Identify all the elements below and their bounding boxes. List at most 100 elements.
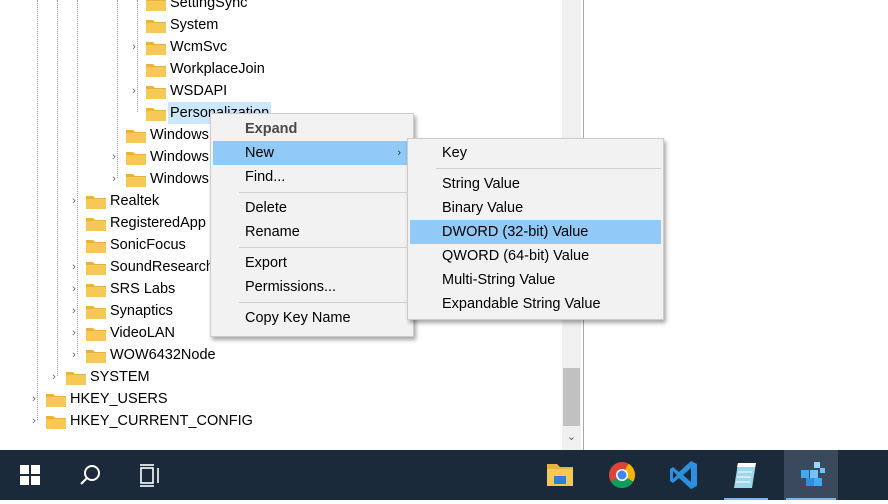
file-explorer-icon — [547, 464, 573, 486]
chevron-right-icon[interactable]: › — [69, 322, 79, 344]
regedit-icon — [801, 462, 825, 486]
chevron-right-icon[interactable]: › — [129, 36, 139, 58]
folder-icon — [126, 130, 146, 143]
folder-icon — [86, 306, 106, 319]
chevron-right-icon[interactable]: › — [29, 388, 39, 410]
tree-node-system[interactable]: System — [0, 14, 560, 36]
tree-node-hkey-current-config[interactable]: › HKEY_CURRENT_CONFIG — [0, 410, 560, 432]
menu-item-new[interactable]: New › — [213, 141, 411, 165]
submenu-item-expandable-string-value[interactable]: Expandable String Value — [410, 292, 661, 316]
chevron-right-icon[interactable]: › — [49, 366, 59, 388]
tree-node-settingsync[interactable]: SettingSync — [0, 0, 560, 14]
menu-separator — [436, 168, 661, 169]
folder-icon — [86, 196, 106, 209]
expander[interactable] — [129, 102, 139, 124]
tree-node-workplacejoin[interactable]: WorkplaceJoin — [0, 58, 560, 80]
folder-icon — [86, 262, 106, 275]
start-button[interactable] — [6, 450, 54, 500]
submenu-item-qword-value[interactable]: QWORD (64-bit) Value — [410, 244, 661, 268]
folder-icon — [86, 328, 106, 341]
tree-label: WcmSvc — [170, 39, 228, 55]
menu-separator — [239, 247, 411, 248]
tree-label: SettingSync — [170, 0, 248, 11]
expander[interactable] — [69, 212, 79, 234]
menu-item-permissions[interactable]: Permissions... — [213, 275, 411, 299]
tree-label: Synaptics — [110, 303, 173, 319]
tree-label: System — [170, 17, 219, 33]
menu-separator — [239, 302, 411, 303]
tree-node-wow6432node[interactable]: › WOW6432Node — [0, 344, 560, 366]
taskbar — [0, 450, 888, 500]
expander[interactable] — [129, 58, 139, 80]
folder-icon — [46, 394, 66, 407]
new-submenu: Key String Value Binary Value DWORD (32-… — [407, 138, 664, 320]
menu-item-export[interactable]: Export — [213, 251, 411, 275]
tree-label: HKEY_CURRENT_CONFIG — [70, 413, 253, 429]
chevron-right-icon[interactable]: › — [69, 256, 79, 278]
submenu-item-key[interactable]: Key — [410, 141, 661, 165]
vscode-button[interactable] — [660, 450, 708, 500]
file-explorer-button[interactable] — [536, 450, 584, 500]
chevron-right-icon[interactable]: › — [29, 410, 39, 432]
tree-label: VideoLAN — [110, 325, 176, 341]
chevron-right-icon[interactable]: › — [129, 80, 139, 102]
start-icon — [20, 465, 40, 485]
folder-icon — [146, 20, 166, 33]
tree-label: HKEY_USERS — [70, 391, 168, 407]
chevron-right-icon[interactable]: › — [69, 300, 79, 322]
chrome-button[interactable] — [598, 450, 646, 500]
folder-icon — [126, 152, 146, 165]
context-menu: Expand New › Find... Delete Rename Expor… — [210, 113, 414, 337]
chevron-right-icon[interactable]: › — [69, 344, 79, 366]
search-icon — [80, 465, 100, 485]
folder-icon — [146, 108, 166, 121]
tree-node-wcmsvc[interactable]: › WcmSvc — [0, 36, 560, 58]
regedit-button[interactable] — [784, 450, 838, 500]
expander[interactable] — [129, 0, 139, 14]
chrome-icon — [609, 462, 636, 489]
folder-icon — [146, 64, 166, 77]
task-view-icon — [140, 464, 159, 487]
tree-node-hkey-users[interactable]: › HKEY_USERS — [0, 388, 560, 410]
submenu-item-binary-value[interactable]: Binary Value — [410, 196, 661, 220]
tree-node-wsdapi[interactable]: › WSDAPI — [0, 80, 560, 102]
tree-label: Windows — [150, 149, 209, 165]
search-button[interactable] — [66, 450, 114, 500]
submenu-item-multi-string-value[interactable]: Multi-String Value — [410, 268, 661, 292]
tree-node-system-hive[interactable]: › SYSTEM — [0, 366, 560, 388]
task-view-button[interactable] — [126, 450, 174, 500]
folder-icon — [146, 0, 166, 11]
tree-label: SonicFocus — [110, 237, 186, 253]
folder-icon — [86, 218, 106, 231]
folder-icon — [126, 174, 146, 187]
submenu-item-dword-value[interactable]: DWORD (32-bit) Value — [410, 220, 661, 244]
menu-item-copy-key-name[interactable]: Copy Key Name — [213, 306, 411, 330]
menu-item-find[interactable]: Find... — [213, 165, 411, 189]
tree-label: Windows — [150, 127, 209, 143]
scrollbar-thumb[interactable] — [563, 368, 580, 426]
tree-label: WOW6432Node — [110, 347, 216, 363]
tree-label: SYSTEM — [90, 369, 150, 385]
chevron-right-icon: › — [397, 147, 401, 159]
vscode-icon — [670, 461, 697, 489]
chevron-right-icon[interactable]: › — [69, 190, 79, 212]
expander[interactable] — [69, 234, 79, 256]
chevron-right-icon[interactable]: › — [109, 168, 119, 190]
menu-item-expand[interactable]: Expand — [213, 117, 411, 141]
tree-label: WSDAPI — [170, 83, 228, 99]
chevron-right-icon[interactable]: › — [69, 278, 79, 300]
chevron-right-icon[interactable]: › — [109, 146, 119, 168]
expander[interactable] — [129, 14, 139, 36]
menu-item-rename[interactable]: Rename — [213, 220, 411, 244]
tree-label: WorkplaceJoin — [170, 61, 265, 77]
menu-separator — [239, 192, 411, 193]
scroll-down-icon[interactable]: ⌄ — [562, 428, 581, 446]
folder-icon — [146, 86, 166, 99]
expander[interactable] — [109, 124, 119, 146]
menu-item-delete[interactable]: Delete — [213, 196, 411, 220]
submenu-item-string-value[interactable]: String Value — [410, 172, 661, 196]
folder-icon — [146, 42, 166, 55]
folder-icon — [86, 284, 106, 297]
notepad-button[interactable] — [722, 450, 770, 500]
folder-icon — [86, 350, 106, 363]
